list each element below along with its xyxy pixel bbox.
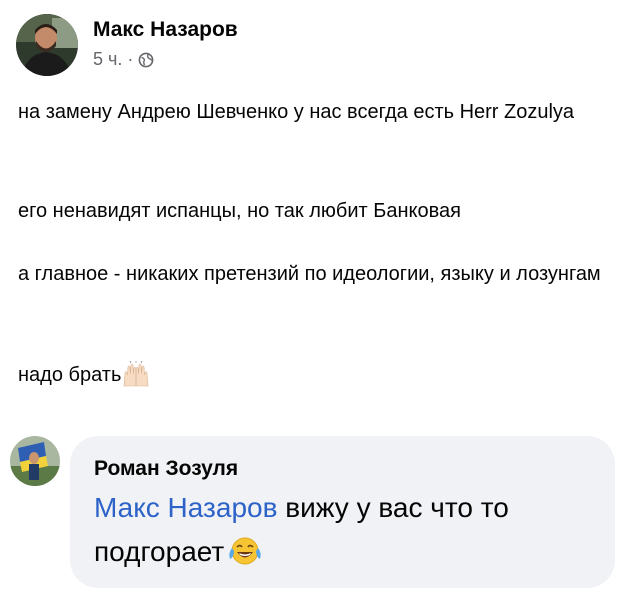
comment: Роман Зозуля Макс Назаров вижу у вас что…	[10, 436, 620, 588]
tears-of-joy-emoji-icon	[228, 535, 262, 567]
globe-icon[interactable]	[138, 51, 154, 67]
post-paragraph-last: надо брать	[18, 360, 630, 389]
comment-bubble: Роман Зозуля Макс Назаров вижу у вас что…	[70, 436, 615, 588]
post-meta: 5 ч. ·	[93, 48, 238, 70]
comment-text-line1: вижу у вас что то	[277, 492, 509, 523]
author-block: Макс Назаров 5 ч. ·	[93, 17, 238, 70]
post: Макс Назаров 5 ч. · на замену Андрею Шев…	[0, 0, 640, 589]
meta-separator: ·	[127, 48, 134, 69]
post-paragraph-text: надо брать	[18, 364, 122, 386]
comment-text: Макс Назаров вижу у вас что то подгорает	[94, 486, 599, 574]
raising-hands-emoji-icon	[122, 360, 150, 387]
mention-link[interactable]: Макс Назаров	[94, 492, 277, 523]
post-paragraph: на замену Андрею Шевченко у нас всегда е…	[18, 101, 575, 123]
post-paragraph: а главное - никаких претензий по идеолог…	[18, 263, 601, 285]
commenter-name[interactable]: Роман Зозуля	[94, 456, 238, 482]
author-avatar[interactable]	[16, 14, 78, 76]
comment-text-line2: подгорает	[94, 536, 225, 567]
commenter-avatar[interactable]	[10, 436, 60, 486]
post-header: Макс Назаров 5 ч. ·	[16, 14, 238, 76]
post-time[interactable]: 5 ч.	[93, 48, 122, 70]
author-name[interactable]: Макс Назаров	[93, 17, 238, 43]
post-paragraph: его ненавидят испанцы, но так любит Банк…	[18, 200, 461, 222]
